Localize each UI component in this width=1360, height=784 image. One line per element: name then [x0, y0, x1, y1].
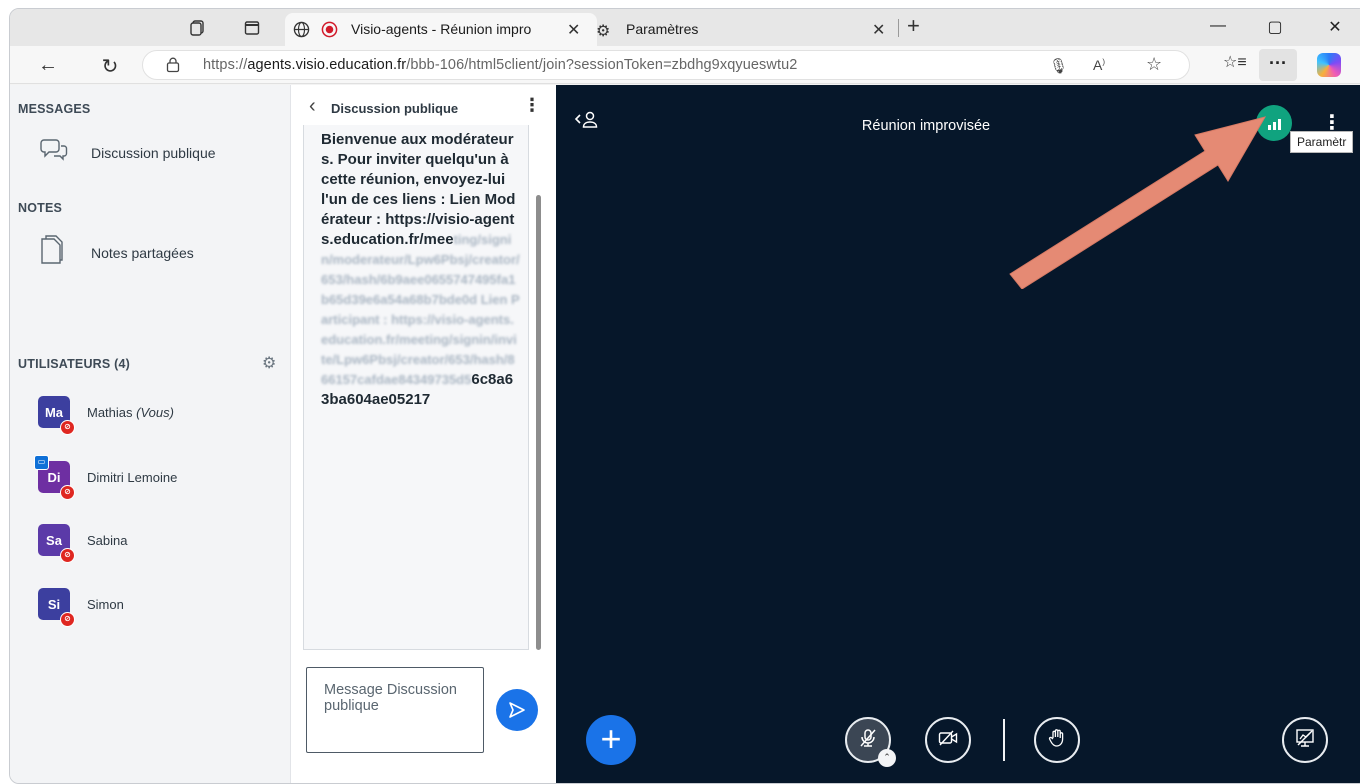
- raise-hand-button[interactable]: [1034, 717, 1080, 763]
- muted-mic-icon: ⊘: [60, 420, 75, 435]
- camera-off-icon: [938, 730, 958, 751]
- more-options-button[interactable]: ···: [1259, 49, 1297, 81]
- close-window-button[interactable]: ✕: [1320, 17, 1350, 37]
- user-row-sabina[interactable]: Sa ⊘ Sabina: [38, 524, 128, 563]
- tab-actions-icon[interactable]: [242, 18, 262, 38]
- sidebar-item-shared-notes[interactable]: Notes partagées: [40, 235, 194, 271]
- favorites-icon[interactable]: ☆≡: [1223, 52, 1247, 72]
- muted-mic-icon: ⊘: [60, 485, 75, 500]
- chevron-left-icon[interactable]: ‹: [309, 95, 316, 118]
- chat-panel: ‹ Discussion publique ⋮ Bienvenue aux mo…: [290, 85, 556, 783]
- new-tab-button[interactable]: +: [907, 13, 920, 39]
- chat-message: Bienvenue aux modérateurs. Pour inviter …: [321, 131, 520, 408]
- sidebar-item-public-chat[interactable]: Discussion publique: [40, 137, 216, 169]
- back-arrow-icon[interactable]: ←: [34, 54, 62, 77]
- user-name: Dimitri Lemoine: [87, 469, 178, 485]
- url-text: https://agents.visio.education.fr/bbb-10…: [203, 57, 798, 73]
- avatar: Sa ⊘: [38, 524, 75, 563]
- user-name: Sabina: [87, 532, 128, 548]
- avatar: Si ⊘: [38, 588, 75, 627]
- actions-plus-button[interactable]: +: [586, 715, 636, 765]
- tab-bar: Visio-agents - Réunion impro ✕ ⚙ Paramèt…: [10, 9, 1360, 46]
- camera-button[interactable]: [925, 717, 971, 763]
- sidebar-item-label: Notes partagées: [91, 245, 194, 261]
- tab-title: Visio-agents - Réunion impro: [351, 21, 532, 37]
- tooltip: Paramètr: [1290, 131, 1354, 153]
- user-name: Mathias (Vous): [87, 404, 174, 420]
- messages-heading: MESSAGES: [18, 102, 91, 116]
- muted-mic-icon: ⊘: [60, 548, 75, 563]
- tab-parametres[interactable]: ⚙ Paramètres ✕: [590, 13, 902, 46]
- chat-options-kebab-icon[interactable]: ⋮: [523, 95, 541, 116]
- chevron-up-icon[interactable]: ⌃: [878, 749, 896, 767]
- muted-mic-icon: ⊘: [60, 612, 75, 627]
- blurred-link-text: ting/signin/moderateur/Lpw6Pbsj/creator/…: [321, 232, 520, 387]
- controls-divider: [1003, 719, 1005, 761]
- avatar: Di ▭ ⊘: [34, 455, 75, 500]
- chat-title[interactable]: Discussion publique: [331, 101, 458, 116]
- site-info-icon[interactable]: [165, 57, 181, 78]
- recording-icon: [321, 21, 338, 43]
- close-tab-icon[interactable]: ✕: [872, 20, 885, 40]
- hand-icon: [1048, 728, 1066, 753]
- sidebar-item-label: Discussion publique: [91, 145, 216, 161]
- maximize-button[interactable]: ▢: [1260, 17, 1290, 37]
- presenter-icon: ▭: [34, 455, 49, 470]
- user-row-dimitri[interactable]: Di ▭ ⊘ Dimitri Lemoine: [34, 455, 178, 500]
- read-aloud-icon[interactable]: A): [1093, 57, 1105, 73]
- gear-icon: ⚙: [596, 23, 611, 40]
- minimize-button[interactable]: —: [1203, 17, 1233, 35]
- user-row-mathias[interactable]: Ma ⊘ Mathias (Vous): [38, 396, 174, 435]
- avatar: Ma ⊘: [38, 396, 75, 435]
- user-row-simon[interactable]: Si ⊘ Simon: [38, 588, 124, 627]
- chat-message-input[interactable]: Message Discussion publique: [306, 667, 484, 753]
- user-name: Simon: [87, 596, 124, 612]
- sidebar: MESSAGES Discussion publique NOTES Notes…: [10, 85, 290, 783]
- users-settings-gear-icon[interactable]: ⚙: [262, 353, 276, 373]
- chat-message-list[interactable]: Bienvenue aux modérateurs. Pour inviter …: [303, 125, 529, 650]
- address-bar: ← ↻ https://agents.visio.education.fr/bb…: [10, 46, 1360, 84]
- workspaces-icon[interactable]: [188, 18, 208, 38]
- tab-divider: [898, 19, 899, 37]
- notes-heading: NOTES: [18, 201, 63, 215]
- refresh-icon[interactable]: ↻: [96, 54, 124, 79]
- tab-title: Paramètres: [626, 21, 699, 37]
- muted-mic-icon: [859, 728, 877, 753]
- url-field[interactable]: https://agents.visio.education.fr/bbb-10…: [142, 50, 1190, 80]
- chat-scrollbar[interactable]: [536, 195, 541, 650]
- favorite-star-icon[interactable]: ☆: [1146, 54, 1162, 75]
- presentation-button[interactable]: [1282, 717, 1328, 763]
- presentation-off-icon: [1295, 728, 1315, 753]
- unmute-button[interactable]: ⌃: [845, 717, 896, 767]
- close-tab-icon[interactable]: ✕: [567, 20, 580, 40]
- annotation-arrow: [1009, 116, 1267, 289]
- copilot-icon[interactable]: [1317, 53, 1341, 77]
- chat-bubbles-icon: [40, 137, 76, 169]
- browser-window: Visio-agents - Réunion impro ✕ ⚙ Paramèt…: [9, 8, 1360, 784]
- send-button[interactable]: [496, 689, 538, 731]
- tab-visio-agents[interactable]: Visio-agents - Réunion impro ✕: [285, 13, 597, 46]
- document-icon: [40, 235, 76, 271]
- users-heading: UTILISATEURS (4): [18, 357, 130, 371]
- globe-icon: [293, 21, 310, 43]
- microphone-icon[interactable]: 🎙: [1049, 57, 1068, 75]
- chat-header: ‹ Discussion publique ⋮: [291, 85, 556, 125]
